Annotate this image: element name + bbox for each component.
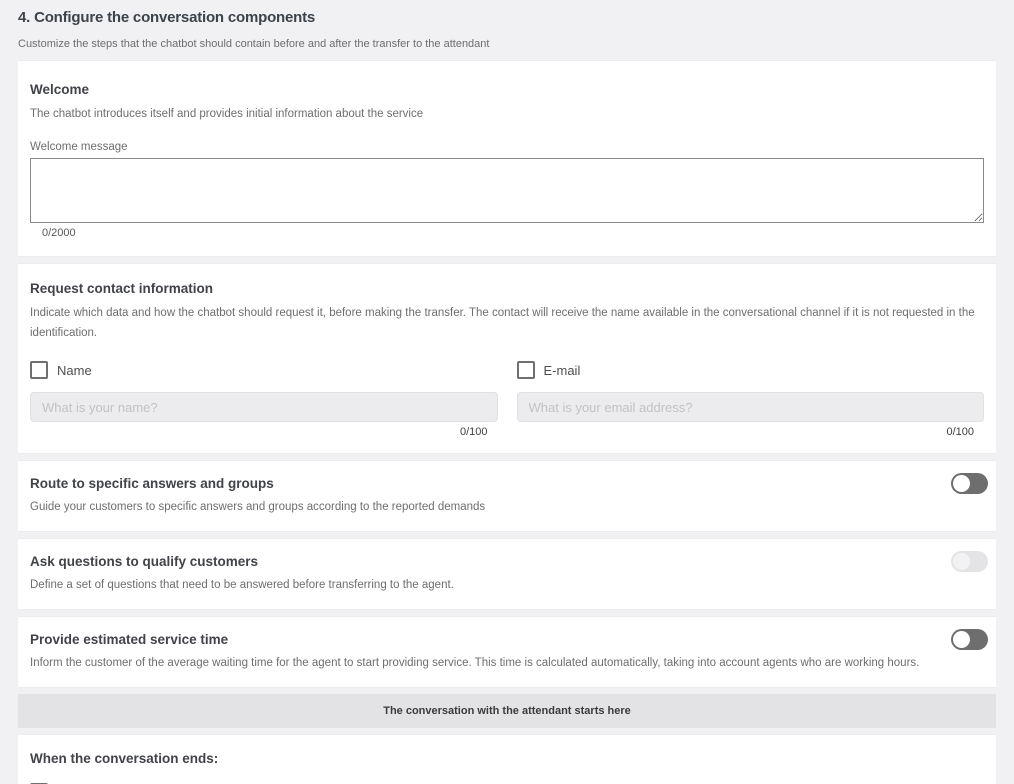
name-checkbox-label: Name (57, 362, 92, 378)
name-checkbox[interactable] (30, 361, 48, 379)
qualify-questions-toggle (951, 551, 988, 572)
welcome-card: Welcome The chatbot introduces itself an… (18, 60, 996, 257)
email-input[interactable] (516, 392, 984, 422)
route-answers-card: Route to specific answers and groups Gui… (18, 460, 996, 532)
estimated-time-toggle[interactable] (951, 629, 988, 650)
route-answers-title: Route to specific answers and groups (30, 476, 274, 491)
conversation-ends-title: When the conversation ends: (30, 751, 219, 766)
name-input[interactable] (30, 392, 498, 422)
estimated-time-title: Provide estimated service time (30, 632, 229, 647)
page-header: 4. Configure the conversation components… (18, 8, 996, 51)
name-checkbox-row[interactable]: Name (30, 361, 498, 379)
qualify-questions-description: Define a set of questions that need to b… (30, 579, 454, 591)
estimated-time-card: Provide estimated service time Inform th… (18, 616, 996, 688)
attendant-start-banner-text: The conversation with the attendant star… (383, 705, 631, 717)
contact-title: Request contact information (30, 281, 214, 296)
contact-field-name: Name 0/100 (30, 352, 498, 438)
email-char-counter: 0/100 (946, 426, 974, 438)
contact-field-email: E-mail 0/100 (516, 352, 985, 438)
qualify-questions-title: Ask questions to qualify customers (30, 554, 259, 569)
page-title: 4. Configure the conversation components (18, 9, 316, 26)
email-checkbox[interactable] (516, 361, 535, 379)
request-contact-card: Request contact information Indicate whi… (18, 263, 996, 454)
toggle-knob (953, 475, 970, 492)
welcome-message-label: Welcome message (30, 141, 128, 153)
welcome-message-textarea[interactable] (30, 158, 984, 223)
contact-fields-grid: Name 0/100 E-mail 0/100 (30, 352, 984, 438)
page-subtitle: Customize the steps that the chatbot sho… (18, 38, 490, 50)
welcome-description: The chatbot introduces itself and provid… (30, 108, 424, 120)
configure-conversation-page: 4. Configure the conversation components… (0, 0, 1014, 784)
welcome-title: Welcome (30, 82, 90, 97)
welcome-char-counter: 0/2000 (42, 227, 76, 239)
route-answers-toggle[interactable] (951, 473, 988, 494)
name-char-counter: 0/100 (459, 426, 488, 438)
email-checkbox-row[interactable]: E-mail (516, 361, 985, 379)
toggle-knob (953, 631, 970, 648)
conversation-ends-card: When the conversation ends: Display a sa… (18, 734, 996, 784)
route-answers-description: Guide your customers to specific answers… (30, 501, 486, 513)
qualify-questions-card: Ask questions to qualify customers Defin… (18, 538, 996, 610)
toggle-knob (953, 553, 970, 570)
email-checkbox-label: E-mail (543, 362, 581, 378)
attendant-start-banner: The conversation with the attendant star… (18, 694, 996, 728)
contact-description: Indicate which data and how the chatbot … (30, 307, 975, 339)
estimated-time-description: Inform the customer of the average waiti… (30, 657, 920, 669)
